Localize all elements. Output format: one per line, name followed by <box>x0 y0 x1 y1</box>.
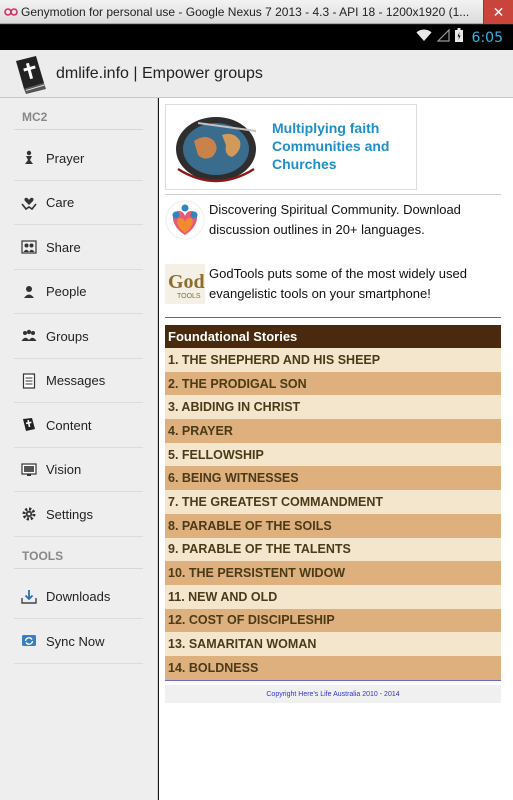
story-row[interactable]: 7. THE GREATEST COMMANDMENT <box>165 490 501 514</box>
group-icon <box>20 327 38 345</box>
story-row[interactable]: 12. COST OF DISCIPLESHIP <box>165 608 501 633</box>
story-row[interactable]: 1. THE SHEPHERD AND HIS SHEEP <box>165 348 501 372</box>
drawer-item-label: Downloads <box>46 589 111 605</box>
banner[interactable]: Multiplying faith Communities and Church… <box>165 104 501 192</box>
drawer-item-prayer[interactable]: Prayer <box>0 136 157 181</box>
action-bar: dmlife.info | Empower groups <box>0 50 513 98</box>
genymotion-logo-icon <box>4 5 18 19</box>
story-row[interactable]: 5. FELLOWSHIP <box>165 442 501 467</box>
banner-box: Multiplying faith Communities and Church… <box>165 104 417 190</box>
drawer-item-people[interactable]: People <box>0 270 157 315</box>
drawer-item-label: Share <box>46 239 81 255</box>
drawer-item-downloads[interactable]: Downloads <box>0 575 157 620</box>
svg-text:God: God <box>168 271 205 293</box>
story-row[interactable]: 2. THE PRODIGAL SON <box>165 371 501 396</box>
drawer-item-label: Prayer <box>46 150 85 166</box>
gear-icon <box>20 505 38 523</box>
story-row[interactable]: 9. PARABLE OF THE TALENTS <box>165 537 501 562</box>
story-row[interactable]: 10. THE PERSISTENT WIDOW <box>165 561 501 585</box>
divider <box>165 679 501 681</box>
drawer-item-label: Vision <box>46 462 82 478</box>
drawer-item-groups[interactable]: Groups <box>0 314 157 359</box>
signal-icon <box>436 28 450 47</box>
foundational-stories-table: Foundational Stories 1. THE SHEPHERD AND… <box>165 325 501 681</box>
promo-text: GodTools puts some of the most widely us… <box>209 266 467 301</box>
drawer-item-label: Groups <box>46 328 89 344</box>
drawer-item-care[interactable]: Care <box>0 181 157 226</box>
bible-icon <box>20 416 38 434</box>
drawer-item-label: Sync Now <box>46 633 105 649</box>
divider <box>165 194 501 195</box>
care-hands-icon <box>20 194 38 212</box>
navigation-drawer: MC2 Prayer Care Share People Groups Mess <box>0 98 158 800</box>
drawer-item-label: Messages <box>46 373 106 389</box>
story-row[interactable]: 8. PARABLE OF THE SOILS <box>165 513 501 538</box>
drawer-item-label: Content <box>46 417 92 433</box>
story-row[interactable]: 14. BOLDNESS <box>165 655 501 680</box>
content-webview: Multiplying faith Communities and Church… <box>159 98 513 800</box>
globe-logo-icon <box>168 111 268 185</box>
monitor-icon <box>20 461 38 479</box>
divider <box>165 317 501 318</box>
drawer-item-content[interactable]: Content <box>0 403 157 448</box>
wifi-icon <box>416 29 432 47</box>
drawer-item-label: Settings <box>46 506 93 522</box>
copyright-footer: Copyright Here's Life Australia 2010 - 2… <box>165 685 501 703</box>
promo-text: Discovering Spiritual Community. Downloa… <box>209 202 461 237</box>
promo-discovering-community[interactable]: Discovering Spiritual Community. Downloa… <box>165 200 501 240</box>
drawer-item-sync-now[interactable]: Sync Now <box>0 619 157 664</box>
story-row[interactable]: 13. SAMARITAN WOMAN <box>165 632 501 656</box>
heart-people-icon <box>165 200 205 240</box>
section-header-tools: TOOLS <box>0 537 157 575</box>
banner-text: Multiplying faith Communities and Church… <box>272 120 390 172</box>
sync-icon <box>20 632 38 650</box>
drawer-item-label: People <box>46 284 87 300</box>
godtools-logo: God TOOLS <box>165 264 205 304</box>
bible-icon[interactable] <box>10 53 52 95</box>
story-row[interactable]: 4. PRAYER <box>165 419 501 443</box>
section-header-mc2: MC2 <box>0 98 157 136</box>
svg-text:TOOLS: TOOLS <box>177 293 201 300</box>
drawer-item-settings[interactable]: Settings <box>0 492 157 537</box>
emulator-title-bar: Genymotion for personal use - Google Nex… <box>0 0 513 24</box>
promo-godtools[interactable]: God TOOLS GodTools puts some of the most… <box>165 264 501 304</box>
drawer-item-label: Care <box>46 195 75 211</box>
close-button[interactable]: ✕ <box>483 0 513 24</box>
battery-icon <box>454 28 463 47</box>
drawer-item-share[interactable]: Share <box>0 225 157 270</box>
person-icon <box>20 283 38 301</box>
drawer-item-vision[interactable]: Vision <box>0 448 157 493</box>
story-row[interactable]: 11. NEW AND OLD <box>165 584 501 609</box>
drawer-item-messages[interactable]: Messages <box>0 359 157 404</box>
window-title: Genymotion for personal use - Google Nex… <box>21 4 470 19</box>
story-row[interactable]: 3. ABIDING IN CHRIST <box>165 395 501 420</box>
download-icon <box>20 588 38 606</box>
status-bar: 6:05 <box>0 25 513 50</box>
app-title: dmlife.info | Empower groups <box>56 64 263 82</box>
share-people-icon <box>20 238 38 256</box>
story-row[interactable]: 6. BEING WITNESSES <box>165 466 501 491</box>
praying-person-icon <box>20 149 38 167</box>
document-icon <box>20 372 38 390</box>
stories-header: Foundational Stories <box>165 325 501 348</box>
status-time: 6:05 <box>471 29 503 46</box>
